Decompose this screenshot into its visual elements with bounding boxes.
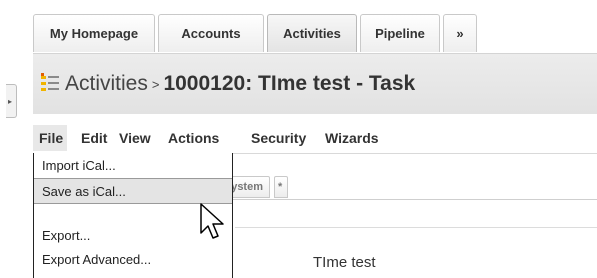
menu-view[interactable]: View [111, 125, 160, 151]
section-divider [235, 227, 597, 228]
menu-wizards[interactable]: Wizards [317, 125, 397, 151]
menu-item-save-as-ical[interactable]: Save as iCal... [34, 179, 232, 203]
breadcrumb-module[interactable]: Activities [65, 72, 148, 95]
page-title: Activities >1000120: TIme test - Task [65, 72, 415, 96]
tab-pipeline[interactable]: Pipeline [360, 14, 440, 52]
menu-file[interactable]: File [33, 125, 67, 151]
record-title: 1000120: TIme test - Task [163, 72, 416, 95]
menu-item-export-advanced[interactable]: Export Advanced... [34, 247, 232, 271]
menu-edit[interactable]: Edit [67, 125, 111, 151]
menu-item-import-ical[interactable]: Import iCal... [34, 153, 232, 177]
main-tab-bar: My Homepage Accounts Activities Pipeline… [33, 14, 480, 54]
breadcrumb-separator: > [151, 77, 160, 92]
tab-activities[interactable]: Activities [267, 14, 357, 52]
panel-expand-handle[interactable]: ▸ [6, 84, 17, 118]
tab-my-homepage[interactable]: My Homepage [33, 14, 155, 52]
subtab-more[interactable]: * [274, 176, 288, 198]
tab-accounts[interactable]: Accounts [158, 14, 264, 52]
record-name-field: TIme test [313, 254, 376, 271]
arrow-pointer-icon [200, 203, 224, 239]
menu-security[interactable]: Security [237, 125, 317, 151]
menu-actions[interactable]: Actions [160, 125, 237, 151]
expand-arrow-icon: ▸ [8, 97, 13, 106]
tab-more[interactable]: » [443, 14, 477, 52]
menu-bar: File Edit View Actions Security Wizards [33, 122, 597, 154]
activities-list-icon [41, 73, 59, 91]
